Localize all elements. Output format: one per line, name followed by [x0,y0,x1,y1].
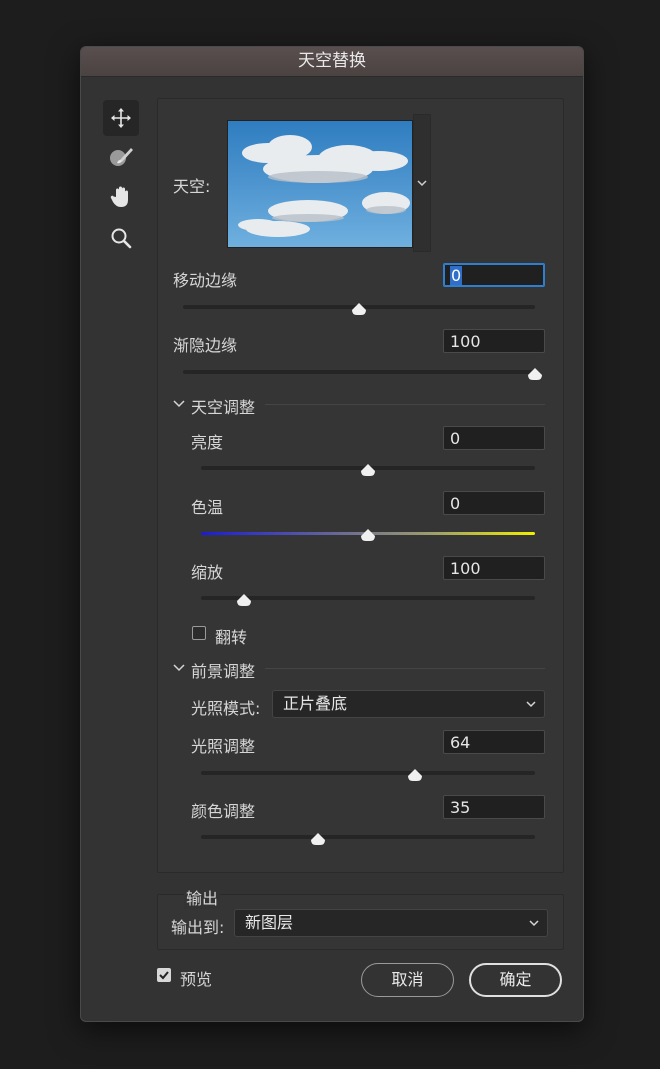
sky-replacement-dialog: 天空替换 天空: 移动边缘 0 渐隐边缘 100 天空调整 亮度 0 色温 0 … [80,46,584,1022]
scale-slider-thumb[interactable] [237,594,252,606]
cancel-button[interactable]: 取消 [361,963,454,997]
scale-input[interactable]: 100 [443,556,545,580]
sky-preset-thumbnail[interactable] [227,120,413,248]
fade-edge-input[interactable]: 100 [443,329,545,353]
foreground-adjust-collapse-icon[interactable] [173,663,185,673]
color-adjust-input[interactable]: 35 [443,795,545,819]
lighting-mode-label: 光照模式: [191,699,261,718]
scale-label: 缩放 [191,563,224,582]
hand-icon [110,186,128,207]
temperature-label: 色温 [191,498,224,517]
sky-brush-icon [110,148,133,166]
color-adjust-slider-thumb[interactable] [310,833,325,845]
temperature-slider-thumb[interactable] [361,529,375,541]
output-to-value: 新图层 [245,913,294,932]
preview-checkbox[interactable] [157,968,171,982]
lighting-adjust-slider-track[interactable] [201,771,535,775]
fade-edge-label: 渐隐边缘 [173,336,238,355]
section-divider [265,404,545,405]
chevron-down-icon [417,180,427,187]
move-tool-button[interactable] [103,100,139,136]
shift-edge-value: 0 [450,266,463,285]
hand-tool-button[interactable] [103,179,139,215]
fade-edge-slider-thumb[interactable] [528,368,542,380]
shift-edge-input[interactable]: 0 [443,263,545,287]
flip-label[interactable]: 翻转 [215,624,247,648]
lighting-adjust-label: 光照调整 [191,737,256,756]
brightness-label: 亮度 [191,433,224,452]
ok-button[interactable]: 确定 [469,963,562,997]
sky-preset-dropdown[interactable] [413,114,431,252]
flip-checkbox[interactable] [192,626,206,640]
sky-clouds-image [238,135,410,237]
temperature-input[interactable]: 0 [443,491,545,515]
lighting-adjust-input[interactable]: 64 [443,730,545,754]
section-divider [265,668,545,669]
output-header: 输出 [184,885,221,909]
output-to-label: 输出到: [171,918,225,937]
lighting-adjust-slider-thumb[interactable] [407,769,422,781]
lighting-mode-select[interactable]: 正片叠底 [272,690,545,718]
foreground-adjust-header[interactable]: 前景调整 [191,658,255,682]
fade-edge-slider-track[interactable] [183,370,535,374]
sky-adjust-collapse-icon[interactable] [173,399,185,409]
lighting-mode-value: 正片叠底 [283,694,348,713]
brightness-slider-thumb[interactable] [361,464,375,476]
color-adjust-slider-track[interactable] [201,835,535,839]
zoom-tool-button[interactable] [103,220,139,256]
checkmark-icon [159,971,169,980]
preview-label[interactable]: 预览 [180,966,212,990]
chevron-down-icon [526,701,536,708]
chevron-down-icon [529,920,539,927]
output-to-select[interactable]: 新图层 [234,909,548,937]
sky-adjust-header[interactable]: 天空调整 [191,394,255,418]
brightness-input[interactable]: 0 [443,426,545,450]
dialog-title: 天空替换 [81,47,583,77]
color-adjust-label: 颜色调整 [191,802,256,821]
sky-brush-tool-button[interactable] [103,139,139,175]
shift-edge-label: 移动边缘 [173,271,238,290]
shift-edge-slider-thumb[interactable] [352,303,366,315]
sky-label: 天空: [173,177,211,196]
move-icon [111,108,131,128]
zoom-icon [111,228,132,249]
